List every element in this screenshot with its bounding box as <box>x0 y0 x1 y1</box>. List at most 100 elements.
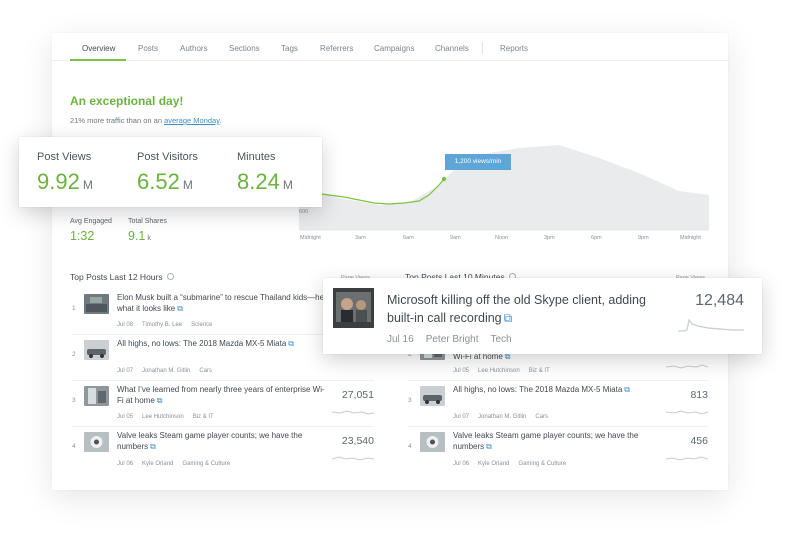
x-tick-3: 9am <box>450 235 461 241</box>
external-link-icon[interactable]: ⧉ <box>177 303 183 314</box>
external-link-icon[interactable]: ⧉ <box>624 384 630 395</box>
tab-campaigns[interactable]: Campaigns <box>374 44 414 53</box>
tab-sections[interactable]: Sections <box>229 44 260 53</box>
post-date: Jul 07 <box>453 414 470 420</box>
table-row[interactable]: 3 What I’ve learned from nearly three ye… <box>72 383 374 427</box>
post-visitors-value: 6.52 M <box>137 169 193 195</box>
post-title-text: Valve leaks Steam game player counts; we… <box>117 431 303 451</box>
total-shares-number: 9.1 <box>128 229 146 243</box>
post-views-number: 9.92 <box>37 169 80 194</box>
tab-authors[interactable]: Authors <box>180 44 208 53</box>
post-author: Timothy B. Lee <box>142 322 183 328</box>
post-meta: Jul 16 Peter Bright Tech <box>387 334 524 345</box>
post-section: Science <box>191 322 213 328</box>
post-sparkline <box>666 456 708 461</box>
highlighted-post-card[interactable]: Microsoft killing off the old Skype clie… <box>323 278 762 354</box>
tab-overview[interactable]: Overview <box>82 44 115 53</box>
external-link-icon[interactable]: ⧉ <box>150 441 156 452</box>
external-link-icon[interactable]: ⧉ <box>504 309 513 327</box>
post-title[interactable]: All highs, no lows: The 2018 Mazda MX-5 … <box>117 338 347 349</box>
minutes-unit: M <box>282 178 293 192</box>
post-sparkline <box>332 410 374 415</box>
post-views-label: Post Views <box>37 151 92 163</box>
post-section: Cars <box>535 414 549 420</box>
y-tick-600: 600 <box>299 209 308 215</box>
top-nav: Overview Posts Authors Sections Tags Ref… <box>52 33 728 61</box>
tab-posts[interactable]: Posts <box>138 44 158 53</box>
post-title[interactable]: Elon Musk built a “submarine” to rescue … <box>117 292 347 314</box>
post-views: 23,540 <box>341 435 374 447</box>
post-title-text: Microsoft killing off the old Skype clie… <box>387 293 646 325</box>
post-section: Biz & IT <box>528 368 550 374</box>
post-views-value: 9.92 M <box>37 169 93 195</box>
post-thumbnail <box>333 288 374 328</box>
post-author: Jonathan M. Gitlin <box>478 414 527 420</box>
total-shares-unit: k <box>147 235 151 242</box>
average-monday-link[interactable]: average Monday <box>164 116 219 125</box>
tab-referrers[interactable]: Referrers <box>320 44 353 53</box>
post-visitors-number: 6.52 <box>137 169 180 194</box>
x-tick-1: 3am <box>355 235 366 241</box>
info-icon[interactable] <box>166 273 174 281</box>
minutes-number: 8.24 <box>237 169 280 194</box>
tab-tags[interactable]: Tags <box>281 44 298 53</box>
external-link-icon[interactable]: ⧉ <box>288 338 294 349</box>
post-visitors-label: Post Visitors <box>137 151 198 163</box>
post-meta: Jul 06 Kyle Orland Gaming & Culture <box>117 461 239 467</box>
external-link-icon[interactable]: ⧉ <box>157 395 163 406</box>
post-thumbnail <box>420 386 445 406</box>
stage: Overview Posts Authors Sections Tags Ref… <box>0 0 800 536</box>
post-rank: 1 <box>72 305 76 312</box>
post-author: Peter Bright <box>425 334 479 345</box>
external-link-icon[interactable]: ⧉ <box>486 441 492 452</box>
post-title[interactable]: Microsoft killing off the old Skype clie… <box>387 291 657 327</box>
post-title[interactable]: Valve leaks Steam game player counts; we… <box>453 430 663 452</box>
nav-divider <box>482 42 483 54</box>
post-views: 813 <box>690 389 708 401</box>
post-date: Jul 16 <box>387 334 414 345</box>
subline-prefix: 21% more traffic than on an <box>70 116 165 125</box>
post-section: Cars <box>199 368 213 374</box>
post-rank: 4 <box>408 443 412 450</box>
table-row[interactable]: 3 All highs, no lows: The 2018 Mazda MX-… <box>408 383 708 427</box>
table-row[interactable]: 4 Valve leaks Steam game player counts; … <box>408 429 708 473</box>
post-author: Lee Hutchinson <box>142 414 184 420</box>
post-sparkline <box>332 456 374 461</box>
post-date: Jul 05 <box>453 368 470 374</box>
total-shares-label: Total Shares <box>128 218 167 225</box>
headline: An exceptional day! <box>70 94 184 108</box>
post-thumbnail <box>84 386 109 406</box>
tab-channels[interactable]: Channels <box>435 44 469 53</box>
post-date: Jul 06 <box>117 461 134 467</box>
post-title-text: What I’ve learned from nearly three year… <box>117 385 325 405</box>
x-tick-7: 9pm <box>638 235 649 241</box>
current-point[interactable] <box>441 176 447 182</box>
post-title-text: Valve leaks Steam game player counts; we… <box>453 431 639 451</box>
left-section-title: Top Posts Last 12 Hours <box>70 272 174 282</box>
post-sparkline <box>666 410 708 415</box>
post-section: Gaming & Culture <box>518 461 567 467</box>
left-section-title-text: Top Posts Last 12 Hours <box>70 272 163 282</box>
post-section: Tech <box>490 334 512 345</box>
post-author: Jonathan M. Gitlin <box>142 368 191 374</box>
post-title[interactable]: Valve leaks Steam game player counts; we… <box>117 430 327 452</box>
x-tick-2: 6am <box>403 235 414 241</box>
chart-tooltip: 1,200 views/min <box>445 154 511 170</box>
x-tick-5: 3pm <box>544 235 555 241</box>
post-meta: Jul 05 Lee Hutchinson Biz & IT <box>117 414 223 420</box>
post-rank: 2 <box>72 351 76 358</box>
table-row[interactable]: 4 Valve leaks Steam game player counts; … <box>72 429 374 473</box>
post-rank: 3 <box>72 397 76 404</box>
post-author: Kyle Orland <box>478 461 510 467</box>
x-tick-0: Midnight <box>300 235 321 241</box>
post-title[interactable]: All highs, no lows: The 2018 Mazda MX-5 … <box>453 384 663 395</box>
active-tab-indicator <box>70 59 126 61</box>
post-thumbnail <box>420 432 445 452</box>
x-tick-6: 6pm <box>591 235 602 241</box>
post-title[interactable]: What I’ve learned from nearly three year… <box>117 384 327 406</box>
x-tick-8: Midnight <box>680 235 701 241</box>
avg-engaged-value: 1:32 <box>70 229 94 243</box>
post-thumbnail <box>84 294 109 314</box>
tab-reports[interactable]: Reports <box>500 44 528 53</box>
post-meta: Jul 08 Timothy B. Lee Science <box>117 322 222 328</box>
